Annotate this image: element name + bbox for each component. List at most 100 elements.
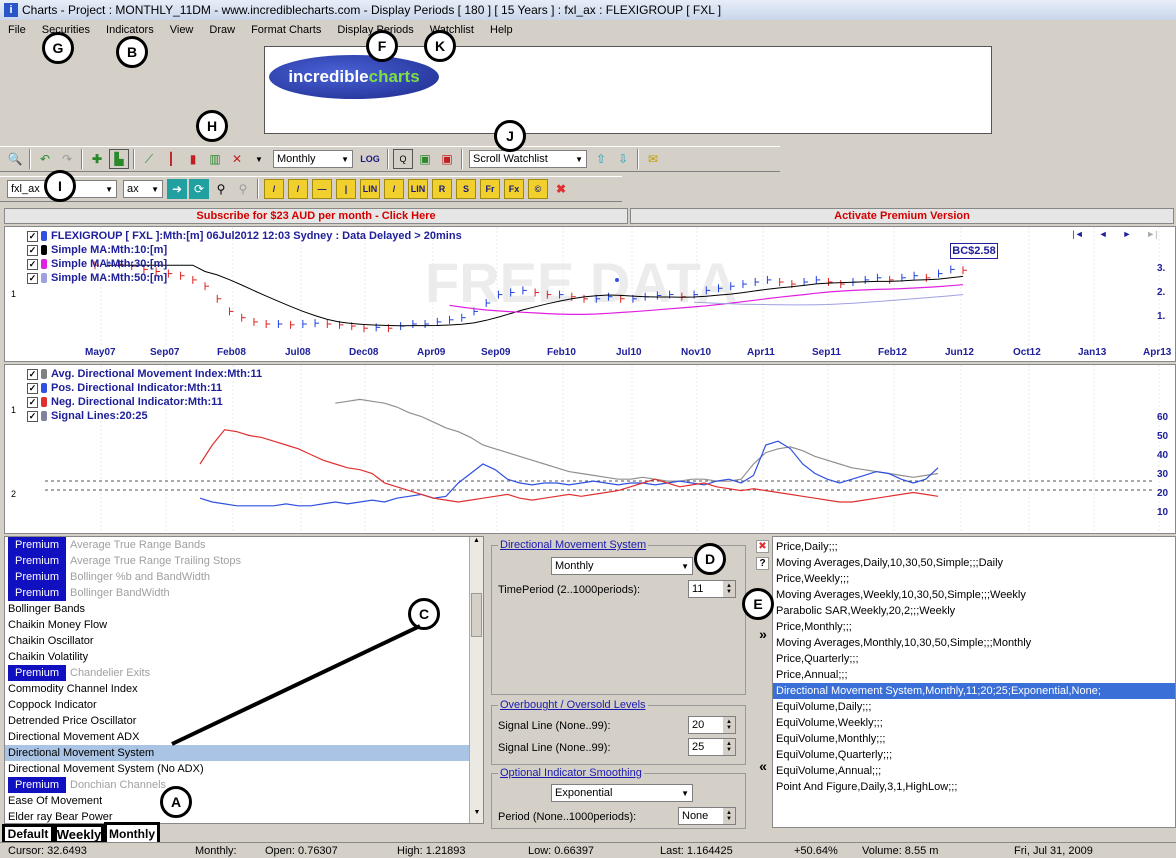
find-icon[interactable]: ⚲: [233, 179, 253, 199]
legend-row[interactable]: ✓ Simple MA:Mth:50:[m]: [27, 271, 462, 285]
list-item[interactable]: Commodity Channel Index: [5, 681, 469, 697]
draw-fib-retracement-icon[interactable]: Fr: [480, 179, 500, 199]
draw-linear-regression-icon[interactable]: LIN: [360, 179, 380, 199]
signal-line-1-spinner[interactable]: 20 ▲ ▼: [688, 716, 736, 734]
smoothing-type-select[interactable]: Exponential ▼: [551, 784, 693, 802]
indicator-list[interactable]: Premium Average True Range Bands Premium Av…: [4, 536, 484, 824]
list-item[interactable]: Point And Figure,Daily,3,1,HighLow;;;: [773, 779, 1175, 795]
signal-line-2-spinner[interactable]: 25 ▲ ▼: [688, 738, 736, 756]
draw-support-icon[interactable]: S: [456, 179, 476, 199]
menu-indicators[interactable]: Indicators: [106, 24, 154, 36]
list-item[interactable]: EquiVolume,Monthly;;;: [773, 731, 1175, 747]
list-item[interactable]: Parabolic SAR,Weekly,20,2;;;Weekly: [773, 603, 1175, 619]
scroll-down-arrow-icon[interactable]: ▼: [470, 809, 484, 823]
nav-last-icon[interactable]: ►|: [1146, 229, 1157, 241]
add-chart-icon[interactable]: ✚: [87, 149, 107, 169]
list-item[interactable]: EquiVolume,Weekly;;;: [773, 715, 1175, 731]
subscribe-banner[interactable]: Subscribe for $23 AUD per month - Click …: [4, 208, 628, 224]
draw-line-icon[interactable]: /: [288, 179, 308, 199]
menu-view[interactable]: View: [170, 24, 194, 36]
draw-fib-extension-icon[interactable]: Fx: [504, 179, 524, 199]
scroll-up-icon[interactable]: ⇧: [591, 149, 611, 169]
dms-period-select[interactable]: Monthly ▼: [551, 557, 693, 575]
menu-help[interactable]: Help: [490, 24, 513, 36]
menu-draw[interactable]: Draw: [209, 24, 235, 36]
menu-file[interactable]: File: [8, 24, 26, 36]
add-watchlist-icon[interactable]: ▣: [415, 149, 435, 169]
equivolume-icon[interactable]: ▥: [205, 149, 225, 169]
list-item[interactable]: Price,Quarterly;;;: [773, 651, 1175, 667]
draw-linear-channel-icon[interactable]: LIN: [408, 179, 428, 199]
draw-horizontal-icon[interactable]: —: [312, 179, 332, 199]
tab-default[interactable]: Default: [2, 824, 54, 844]
point-figure-icon[interactable]: ✕: [227, 149, 247, 169]
remove-watchlist-icon[interactable]: ▣: [437, 149, 457, 169]
list-item[interactable]: Coppock Indicator: [5, 697, 469, 713]
list-item[interactable]: Premium Average True Range Trailing Stops: [5, 553, 469, 569]
nav-next-icon[interactable]: ►: [1122, 229, 1131, 241]
list-item[interactable]: Price,Monthly;;;: [773, 619, 1175, 635]
list-item[interactable]: Premium Average True Range Bands: [5, 537, 469, 553]
legend-row[interactable]: ✓ Signal Lines:20:25: [27, 409, 262, 423]
list-item[interactable]: EquiVolume,Daily;;;: [773, 699, 1175, 715]
exchange-select[interactable]: ax ▼: [123, 180, 163, 198]
list-item[interactable]: Moving Averages,Monthly,10,30,50,Simple;…: [773, 635, 1175, 651]
scroll-down-icon[interactable]: ⇩: [613, 149, 633, 169]
tab-weekly[interactable]: Weekly: [54, 824, 104, 844]
legend-row[interactable]: ✓ Simple MA:Mth:30:[m]: [27, 257, 462, 271]
scrollbar-thumb[interactable]: [471, 593, 482, 637]
redo-icon[interactable]: ↷: [57, 149, 77, 169]
undo-icon[interactable]: ↶: [35, 149, 55, 169]
list-item[interactable]: EquiVolume,Quarterly;;;: [773, 747, 1175, 763]
legend-row[interactable]: ✓ Avg. Directional Movement Index:Mth:11: [27, 367, 262, 381]
list-item[interactable]: Moving Averages,Daily,10,30,50,Simple;;;…: [773, 555, 1175, 571]
smoothing-period-spinner[interactable]: None ▲ ▼: [678, 807, 736, 825]
legend-row[interactable]: ✓ Neg. Directional Indicator:Mth:11: [27, 395, 262, 409]
help-icon[interactable]: ?: [756, 557, 769, 570]
line-chart-icon[interactable]: ⟋: [139, 149, 159, 169]
legend-row[interactable]: ✓ Pos. Directional Indicator:Mth:11: [27, 381, 262, 395]
list-item[interactable]: Directional Movement System,Monthly,11;2…: [773, 683, 1175, 699]
layout-icon[interactable]: ▙: [109, 149, 129, 169]
list-item[interactable]: Bollinger Bands: [5, 601, 469, 617]
list-item[interactable]: Price,Annual;;;: [773, 667, 1175, 683]
mail-icon[interactable]: ✉: [643, 149, 663, 169]
list-item[interactable]: Chaikin Money Flow: [5, 617, 469, 633]
activate-premium-banner[interactable]: Activate Premium Version: [630, 208, 1174, 224]
list-item[interactable]: Moving Averages,Weekly,10,30,50,Simple;;…: [773, 587, 1175, 603]
draw-copyright-icon[interactable]: ©: [528, 179, 548, 199]
draw-trendline-icon[interactable]: /: [264, 179, 284, 199]
indicator-list-scrollbar[interactable]: ▲ ▼: [469, 537, 483, 823]
scroll-up-arrow-icon[interactable]: ▲: [470, 537, 483, 551]
list-item[interactable]: Premium Bollinger %b and BandWidth: [5, 569, 469, 585]
list-item[interactable]: Directional Movement System (No ADX): [5, 761, 469, 777]
go-arrow-icon[interactable]: ➜: [167, 179, 187, 199]
refresh-icon[interactable]: ⟳: [189, 179, 209, 199]
indicator-chart-panel[interactable]: ✓ Avg. Directional Movement Index:Mth:11 …: [4, 364, 1176, 534]
list-item[interactable]: Premium Donchian Channels: [5, 777, 469, 793]
delete-parameter-icon[interactable]: ✖: [756, 540, 769, 553]
draw-resistance-icon[interactable]: R: [432, 179, 452, 199]
nav-first-icon[interactable]: |◄: [1072, 229, 1083, 241]
add-parameter-icon[interactable]: »: [756, 627, 770, 642]
list-item[interactable]: Premium Bollinger BandWidth: [5, 585, 469, 601]
candlestick-icon[interactable]: ▮: [183, 149, 203, 169]
parameter-list[interactable]: Price,Daily;;; Moving Averages,Daily,10,3…: [772, 536, 1176, 828]
log-scale-button[interactable]: LOG: [357, 149, 383, 169]
list-item[interactable]: Premium Chandelier Exits: [5, 665, 469, 681]
period-select[interactable]: Monthly ▼: [273, 150, 353, 168]
bar-chart-icon[interactable]: ┃: [161, 149, 181, 169]
chart-type-dropdown-icon[interactable]: ▼: [249, 149, 269, 169]
zoom-icon[interactable]: 🔍: [5, 149, 25, 169]
draw-parallel-icon[interactable]: /: [384, 179, 404, 199]
list-item[interactable]: Directional Movement ADX: [5, 729, 469, 745]
quote-icon[interactable]: Q: [393, 149, 413, 169]
delete-drawing-icon[interactable]: ✖: [551, 179, 571, 199]
list-item[interactable]: Price,Weekly;;;: [773, 571, 1175, 587]
list-item[interactable]: Price,Daily;;;: [773, 539, 1175, 555]
list-item[interactable]: Ease Of Movement: [5, 793, 469, 809]
menu-format-charts[interactable]: Format Charts: [251, 24, 321, 36]
legend-row[interactable]: ✓ Simple MA:Mth:10:[m]: [27, 243, 462, 257]
list-item[interactable]: Chaikin Oscillator: [5, 633, 469, 649]
binoculars-icon[interactable]: ⚲: [211, 179, 231, 199]
